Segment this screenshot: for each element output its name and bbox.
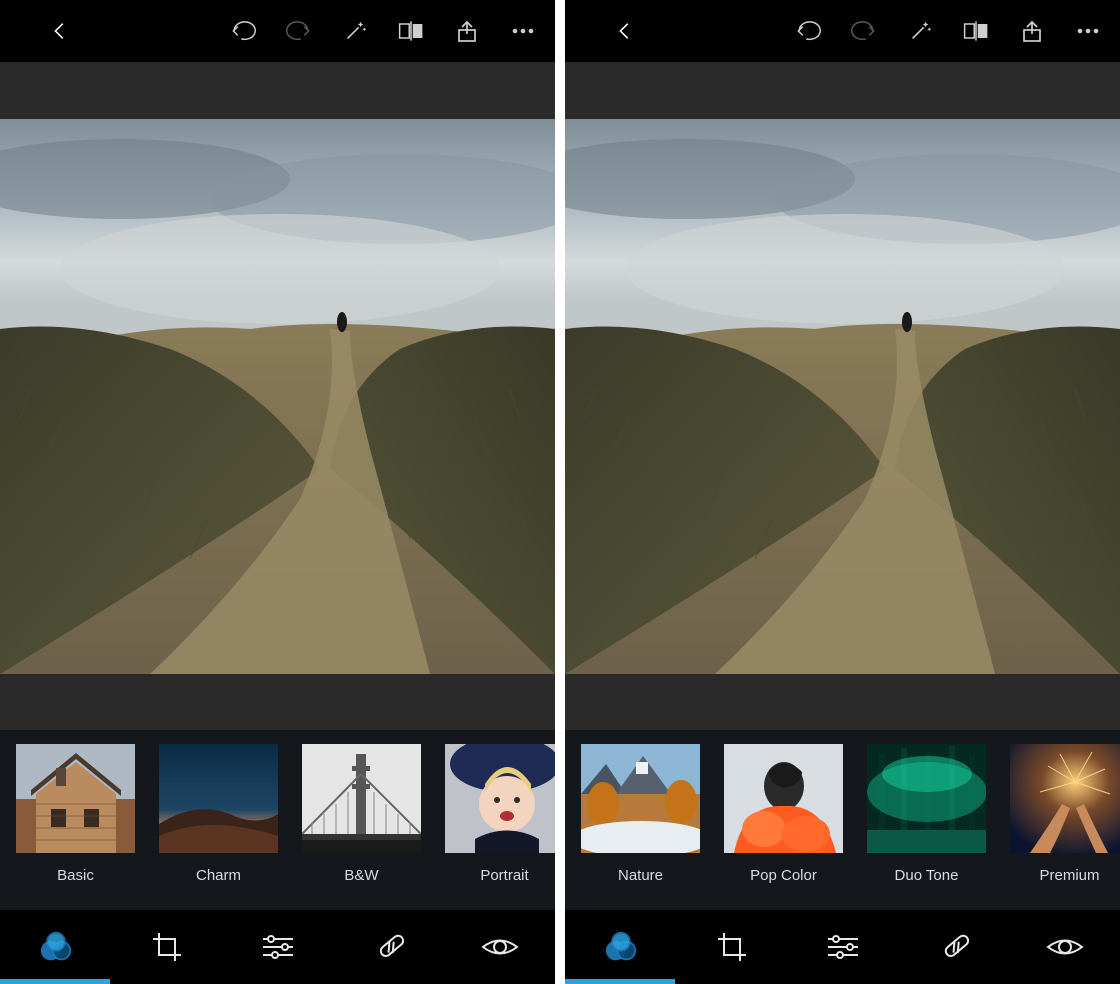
filter-label: Nature [618, 867, 663, 884]
filter-nature[interactable]: Nature [573, 744, 708, 884]
crop-tool-icon[interactable] [137, 917, 197, 977]
redeye-tool-icon[interactable] [470, 917, 530, 977]
share-icon[interactable] [1018, 17, 1046, 45]
filter-nature-thumb [581, 744, 700, 853]
bottom-toolbar [565, 910, 1120, 984]
filter-duotone-thumb [867, 744, 986, 853]
filter-category-row[interactable]: Nature Pop Color [565, 730, 1120, 910]
filter-popcolor-thumb [724, 744, 843, 853]
adjust-tool-icon[interactable] [248, 917, 308, 977]
top-toolbar [0, 0, 555, 62]
back-icon[interactable] [46, 17, 74, 45]
active-tool-underline [0, 979, 110, 984]
photo-canvas-area [0, 62, 555, 730]
more-icon[interactable] [509, 17, 537, 45]
undo-icon[interactable] [229, 17, 257, 45]
filter-popcolor[interactable]: Pop Color [716, 744, 851, 884]
filter-duotone[interactable]: Duo Tone [859, 744, 994, 884]
bottom-toolbar [0, 910, 555, 984]
heal-tool-icon[interactable] [924, 917, 984, 977]
filter-portrait[interactable]: Portrait [437, 744, 555, 884]
screen-left: Basic Charm [0, 0, 555, 984]
redo-icon[interactable] [285, 17, 313, 45]
photo-canvas-area [565, 62, 1120, 730]
crop-tool-icon[interactable] [702, 917, 762, 977]
filter-basic[interactable]: Basic [8, 744, 143, 884]
more-icon[interactable] [1074, 17, 1102, 45]
filter-premium-thumb [1010, 744, 1120, 853]
compare-icon[interactable] [962, 17, 990, 45]
heal-tool-icon[interactable] [359, 917, 419, 977]
filter-category-row[interactable]: Basic Charm [0, 730, 555, 910]
share-icon[interactable] [453, 17, 481, 45]
filter-basic-thumb [16, 744, 135, 853]
filter-bw-thumb [302, 744, 421, 853]
filter-bw[interactable]: B&W [294, 744, 429, 884]
filter-label: Pop Color [750, 867, 817, 884]
filter-label: B&W [344, 867, 378, 884]
looks-tool-icon[interactable] [26, 917, 86, 977]
auto-enhance-icon[interactable] [341, 17, 369, 45]
adjust-tool-icon[interactable] [813, 917, 873, 977]
screen-right: Nature Pop Color [565, 0, 1120, 984]
filter-label: Basic [57, 867, 94, 884]
compare-icon[interactable] [397, 17, 425, 45]
redo-icon[interactable] [850, 17, 878, 45]
filter-charm[interactable]: Charm [151, 744, 286, 884]
filter-label: Portrait [480, 867, 528, 884]
looks-tool-icon[interactable] [591, 917, 651, 977]
edited-photo[interactable] [0, 119, 555, 674]
top-toolbar [565, 0, 1120, 62]
filter-label: Charm [196, 867, 241, 884]
filter-label: Premium [1039, 867, 1099, 884]
auto-enhance-icon[interactable] [906, 17, 934, 45]
edited-photo[interactable] [565, 119, 1120, 674]
filter-premium[interactable]: Premium [1002, 744, 1120, 884]
undo-icon[interactable] [794, 17, 822, 45]
redeye-tool-icon[interactable] [1035, 917, 1095, 977]
filter-charm-thumb [159, 744, 278, 853]
filter-label: Duo Tone [895, 867, 959, 884]
filter-portrait-thumb [445, 744, 555, 853]
back-icon[interactable] [611, 17, 639, 45]
active-tool-underline [565, 979, 675, 984]
